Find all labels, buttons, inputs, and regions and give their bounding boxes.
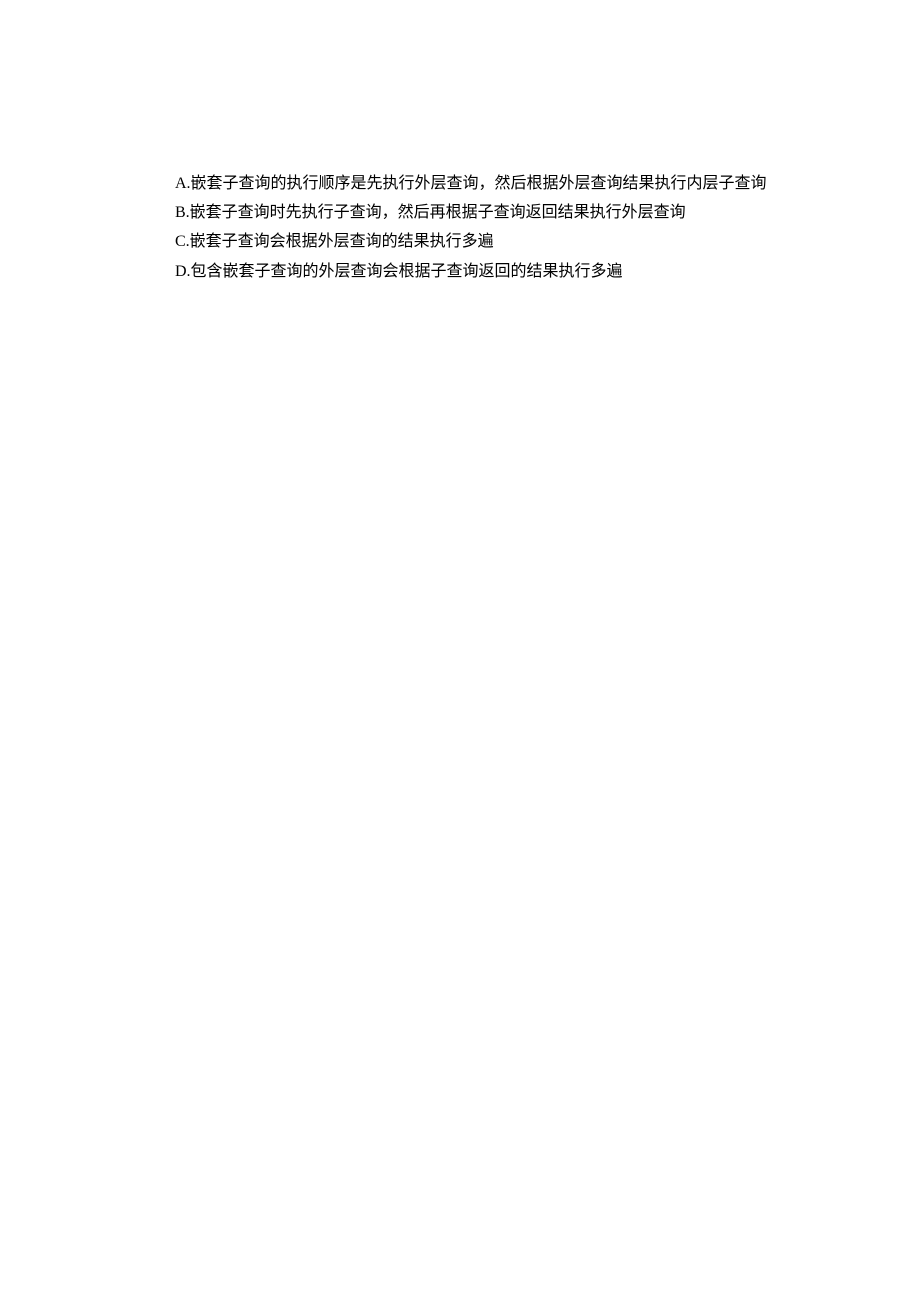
option-a: A.嵌套子查询的执行顺序是先执行外层查询，然后根据外层查询结果执行内层子查询 — [175, 170, 920, 197]
option-a-text: A.嵌套子查询的执行顺序是先执行外层查询，然后根据外层查询结果执行内层子查询 — [175, 175, 767, 192]
option-b: B.嵌套子查询时先执行子查询，然后再根据子查询返回结果执行外层查询 — [175, 199, 920, 226]
option-d-text: D.包含嵌套子查询的外层查询会根据子查询返回的结果执行多遍 — [175, 263, 623, 280]
option-c: C.嵌套子查询会根据外层查询的结果执行多遍 — [175, 228, 920, 255]
question-options-block: A.嵌套子查询的执行顺序是先执行外层查询，然后根据外层查询结果执行内层子查询 B… — [175, 170, 920, 285]
option-d: D.包含嵌套子查询的外层查询会根据子查询返回的结果执行多遍 — [175, 258, 920, 285]
option-c-text: C.嵌套子查询会根据外层查询的结果执行多遍 — [175, 233, 494, 250]
option-b-text: B.嵌套子查询时先执行子查询，然后再根据子查询返回结果执行外层查询 — [175, 204, 686, 221]
